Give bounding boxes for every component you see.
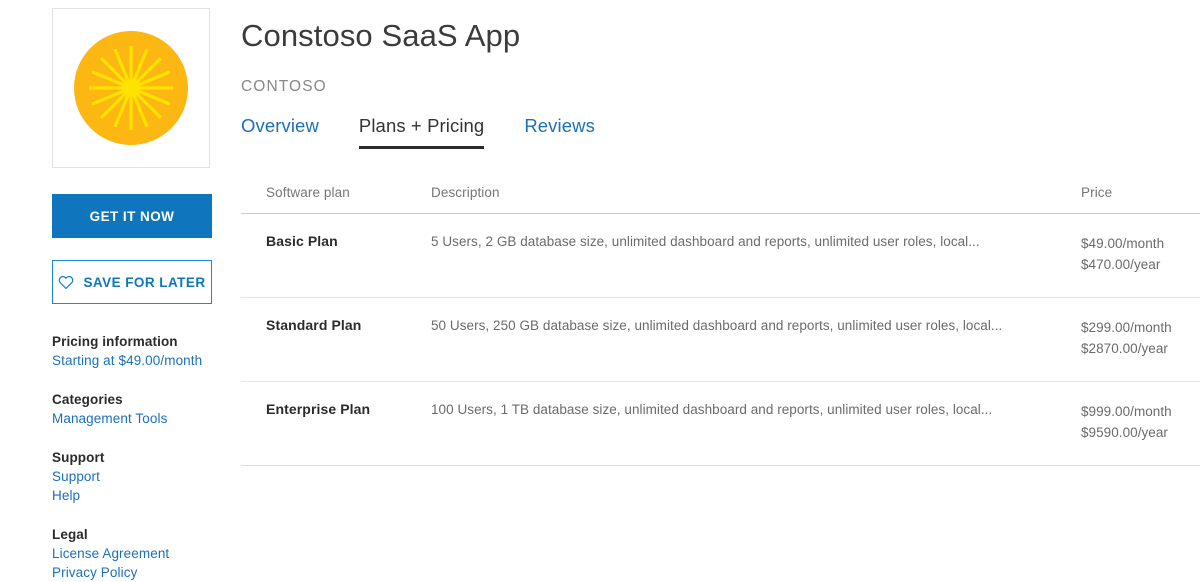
sidebar-section-title: Pricing information <box>52 332 212 351</box>
sidebar-section-title: Legal <box>52 525 212 544</box>
column-header-description: Description <box>431 185 1081 214</box>
publisher-name: CONTOSO <box>241 76 1200 98</box>
sidebar-link-license-agreement[interactable]: License Agreement <box>52 544 169 563</box>
table-row[interactable]: Basic Plan 5 Users, 2 GB database size, … <box>241 213 1200 297</box>
sidebar-section-legal: Legal License Agreement Privacy Policy <box>52 525 212 582</box>
plan-description: 50 Users, 250 GB database size, unlimite… <box>431 317 1081 335</box>
plan-price-monthly: $49.00/month <box>1081 233 1200 254</box>
sidebar-section-categories: Categories Management Tools <box>52 390 212 428</box>
plan-price-monthly: $999.00/month <box>1081 401 1200 422</box>
table-header-row: Software plan Description Price <box>241 185 1200 214</box>
sidebar-link-support[interactable]: Support <box>52 467 100 486</box>
tab-plans-pricing[interactable]: Plans + Pricing <box>359 115 484 149</box>
get-it-now-label: GET IT NOW <box>90 209 175 224</box>
sidebar-section-pricing-information: Pricing information Starting at $49.00/m… <box>52 332 212 370</box>
product-main: Constoso SaaS App CONTOSO Overview Plans… <box>241 0 1200 466</box>
table-row[interactable]: Enterprise Plan 100 Users, 1 TB database… <box>241 381 1200 465</box>
product-sidebar: GET IT NOW SAVE FOR LATER Pricing inform… <box>52 8 212 582</box>
plan-name: Basic Plan <box>266 233 431 249</box>
sidebar-link-management-tools[interactable]: Management Tools <box>52 409 167 428</box>
sidebar-section-title: Support <box>52 448 212 467</box>
tabstrip: Overview Plans + Pricing Reviews <box>241 115 1200 149</box>
sidebar-link-privacy-policy[interactable]: Privacy Policy <box>52 563 137 582</box>
save-for-later-label: SAVE FOR LATER <box>83 275 205 290</box>
plans-pricing-table: Software plan Description Price Basic Pl… <box>241 185 1200 466</box>
page-title: Constoso SaaS App <box>241 17 1200 55</box>
sidebar-link-starting-price[interactable]: Starting at $49.00/month <box>52 351 202 370</box>
plan-price-yearly: $470.00/year <box>1081 254 1200 275</box>
tab-overview[interactable]: Overview <box>241 115 319 149</box>
tab-reviews[interactable]: Reviews <box>524 115 595 149</box>
sidebar-link-help[interactable]: Help <box>52 486 80 505</box>
sidebar-section-support: Support Support Help <box>52 448 212 505</box>
plan-name: Standard Plan <box>266 317 431 333</box>
sidebar-section-title: Categories <box>52 390 212 409</box>
plan-price-monthly: $299.00/month <box>1081 317 1200 338</box>
column-header-software-plan: Software plan <box>241 185 431 214</box>
save-for-later-button[interactable]: SAVE FOR LATER <box>52 260 212 304</box>
plan-name: Enterprise Plan <box>266 401 431 417</box>
column-header-price: Price <box>1081 185 1200 214</box>
plan-price-yearly: $9590.00/year <box>1081 422 1200 443</box>
get-it-now-button[interactable]: GET IT NOW <box>52 194 212 238</box>
sunburst-icon <box>72 29 190 147</box>
product-logo-frame <box>52 8 210 168</box>
plan-description: 5 Users, 2 GB database size, unlimited d… <box>431 233 1081 251</box>
plan-description: 100 Users, 1 TB database size, unlimited… <box>431 401 1081 419</box>
table-row[interactable]: Standard Plan 50 Users, 250 GB database … <box>241 297 1200 381</box>
heart-icon <box>58 275 74 290</box>
plan-price-yearly: $2870.00/year <box>1081 338 1200 359</box>
